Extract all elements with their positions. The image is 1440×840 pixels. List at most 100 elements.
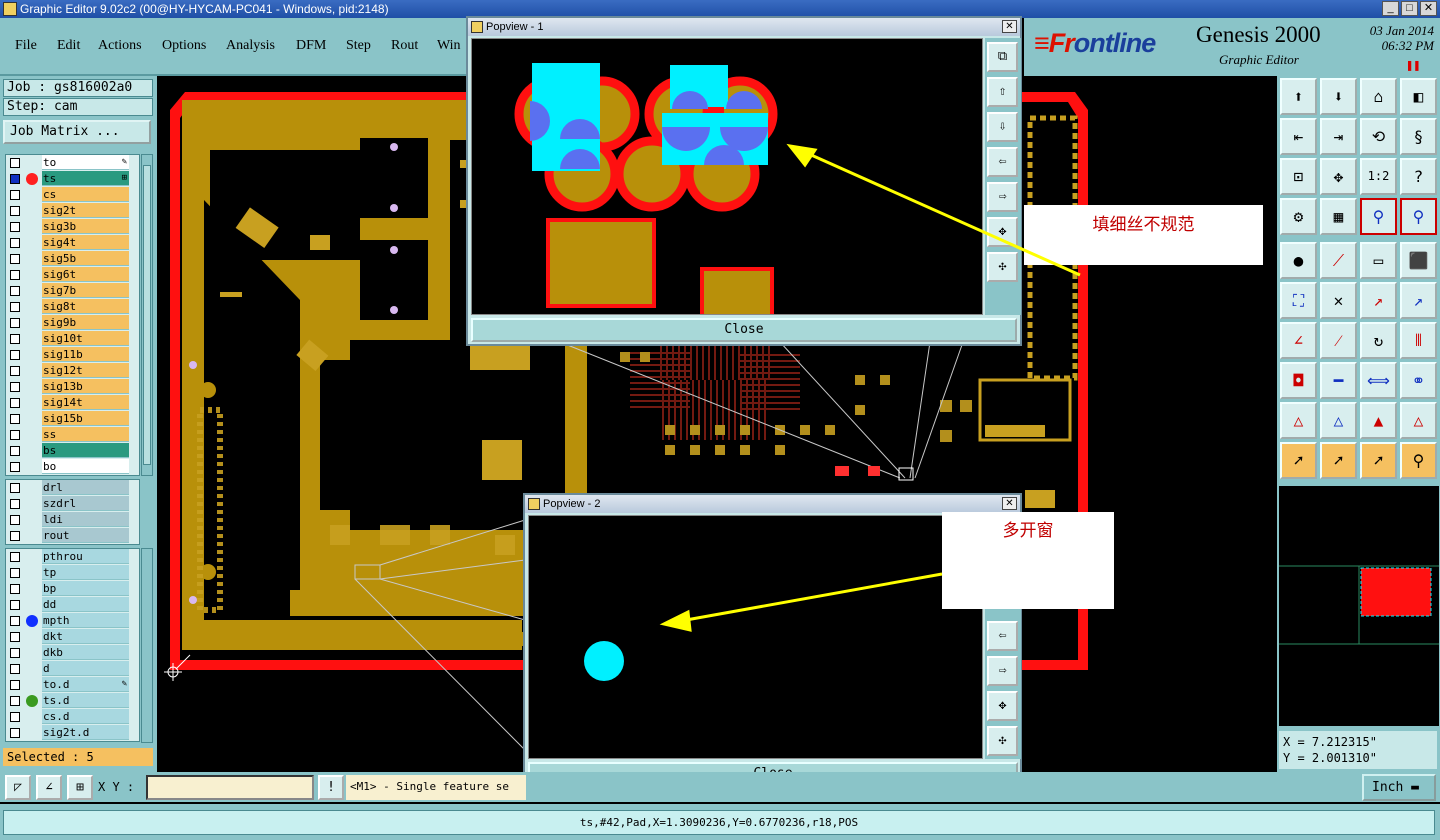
layer-name[interactable]: sig12t xyxy=(42,363,129,378)
popview-2-canvas[interactable] xyxy=(528,515,983,759)
layer-row[interactable]: sig2t xyxy=(6,203,139,219)
pointer-box-icon[interactable]: ➚ xyxy=(1320,442,1357,479)
layer-name[interactable]: sig4t xyxy=(42,235,129,250)
tool-right-icon[interactable]: ⇥ xyxy=(1320,118,1357,155)
menu-edit[interactable]: Edit xyxy=(57,38,80,54)
layer-checkbox[interactable] xyxy=(10,552,20,562)
layer-checkbox[interactable] xyxy=(10,398,20,408)
misc-layer-scrollbar[interactable] xyxy=(141,548,153,743)
pan-up-icon[interactable]: ⇧ xyxy=(987,77,1018,107)
menu-analysis[interactable]: Analysis xyxy=(226,38,275,54)
layer-row[interactable]: sig11b xyxy=(6,347,139,363)
vector-2-icon[interactable]: ↗ xyxy=(1400,282,1437,319)
slash-icon[interactable]: ⁄ xyxy=(1320,322,1357,359)
layer-name[interactable]: sig14t xyxy=(42,395,129,410)
layer-name[interactable]: sig6t xyxy=(42,267,129,282)
triangle-3-icon[interactable]: ▲ xyxy=(1360,402,1397,439)
maximize-button[interactable]: □ xyxy=(1401,1,1418,16)
layer-checkbox[interactable] xyxy=(10,222,20,232)
layer-checkbox[interactable] xyxy=(10,632,20,642)
layer-name[interactable]: dkb xyxy=(42,645,129,660)
snap-angle-icon[interactable]: ∠ xyxy=(36,775,62,800)
layer-row[interactable]: pthrou xyxy=(6,549,139,565)
overview-minimap[interactable] xyxy=(1279,486,1439,726)
snap-icon[interactable]: § xyxy=(1400,118,1437,155)
layer-name[interactable]: mpth xyxy=(42,613,129,628)
menu-step[interactable]: Step xyxy=(346,38,371,54)
menu-actions[interactable]: Actions xyxy=(98,38,142,54)
grid-icon[interactable]: ▦ xyxy=(1320,198,1357,235)
layer-row[interactable]: dkt xyxy=(6,629,139,645)
layer-row[interactable]: dkb xyxy=(6,645,139,661)
measure-icon[interactable]: ⚙ xyxy=(1280,198,1317,235)
layer-name[interactable]: sig9b xyxy=(42,315,129,330)
layer-row[interactable]: mpth xyxy=(6,613,139,629)
layer-checkbox[interactable] xyxy=(10,158,20,168)
select-box-icon[interactable]: ⬛ xyxy=(1400,242,1437,279)
layer-name[interactable]: sig11b xyxy=(42,347,129,362)
layer-name[interactable]: ss xyxy=(42,427,129,442)
menu-window[interactable]: Win xyxy=(437,38,461,54)
layer-row[interactable]: sig8t xyxy=(6,299,139,315)
vector-icon[interactable]: ↗ xyxy=(1360,282,1397,319)
arc-icon[interactable]: ↻ xyxy=(1360,322,1397,359)
cross-icon[interactable]: ✕ xyxy=(1320,282,1357,319)
pause-icon[interactable]: ❚❚ xyxy=(1406,58,1420,72)
layer-row[interactable]: ldi xyxy=(6,512,139,528)
tool-stack-up-icon[interactable]: ⬆ xyxy=(1280,78,1317,115)
ruler-icon[interactable]: ▭ xyxy=(1360,242,1397,279)
layer-row[interactable]: sig7b xyxy=(6,283,139,299)
layer-row[interactable]: sig6t xyxy=(6,267,139,283)
layer-name[interactable]: sig7b xyxy=(42,283,129,298)
layer-row[interactable]: sig12t xyxy=(6,363,139,379)
layer-name[interactable]: szdrl xyxy=(42,496,129,511)
layer-checkbox[interactable] xyxy=(10,430,20,440)
xy-input[interactable] xyxy=(146,775,314,800)
layer-checkbox[interactable] xyxy=(10,206,20,216)
popview-1-window[interactable]: Popview - 1 ✕ ⧉ ⇧ ⇩ ⇦ ⇨ ✥ ✣ Close xyxy=(466,16,1022,346)
layer-row[interactable]: to ✎ xyxy=(6,155,139,171)
layer-row[interactable]: sig10t xyxy=(6,331,139,347)
layer-name[interactable]: sig13b xyxy=(42,379,129,394)
layer-checkbox[interactable] xyxy=(10,616,20,626)
zoom-in-icon[interactable]: ✥ xyxy=(987,691,1018,721)
layer-row[interactable]: rout xyxy=(6,528,139,544)
unit-selector[interactable]: Inch ▬ xyxy=(1362,774,1436,801)
layer-row[interactable]: cs.d xyxy=(6,709,139,725)
layer-checkbox[interactable] xyxy=(10,334,20,344)
snap-grid-icon[interactable]: ⊞ xyxy=(67,775,93,800)
scale-1-2-icon[interactable]: 1:2 xyxy=(1360,158,1397,195)
layer-row[interactable]: tp xyxy=(6,565,139,581)
layer-checkbox[interactable] xyxy=(10,414,20,424)
layer-row[interactable]: sig3b xyxy=(6,219,139,235)
flip-icon[interactable]: ⫴ xyxy=(1400,322,1437,359)
layer-row[interactable]: bs xyxy=(6,443,139,459)
menu-dfm[interactable]: DFM xyxy=(296,38,326,54)
popview-2-close-icon[interactable]: ✕ xyxy=(1002,497,1017,510)
window-split-icon[interactable]: ◧ xyxy=(1400,78,1437,115)
menu-options[interactable]: Options xyxy=(162,38,206,54)
home-icon[interactable]: ⌂ xyxy=(1360,78,1397,115)
layer-name[interactable]: sig15b xyxy=(42,411,129,426)
pan-left-icon[interactable]: ⇦ xyxy=(987,621,1018,651)
layer-checkbox[interactable] xyxy=(10,680,20,690)
layer-name[interactable]: bp xyxy=(42,581,129,596)
layer-checkbox[interactable] xyxy=(10,254,20,264)
layer-name[interactable]: bo xyxy=(42,459,129,474)
layer-name[interactable]: sig2t xyxy=(42,203,129,218)
menu-file[interactable]: File xyxy=(15,38,37,54)
layer-checkbox[interactable] xyxy=(10,483,20,493)
layer-row[interactable]: sig14t xyxy=(6,395,139,411)
layer-checkbox[interactable] xyxy=(10,462,20,472)
layer-row[interactable]: d xyxy=(6,661,139,677)
layer-name[interactable]: cs xyxy=(42,187,129,202)
layer-row[interactable]: dd xyxy=(6,597,139,613)
layer-name[interactable]: sig2t.d xyxy=(42,725,129,740)
popview-1-close-icon[interactable]: ✕ xyxy=(1002,20,1017,33)
zoom-center-icon[interactable]: ✥ xyxy=(1320,158,1357,195)
layer-name[interactable]: pthrou xyxy=(42,549,129,564)
layer-checkbox[interactable] xyxy=(10,238,20,248)
layer-name[interactable]: ts.d xyxy=(42,693,129,708)
line-tool-icon[interactable]: ⟋ xyxy=(1320,242,1357,279)
popview-1-close-button[interactable]: Close xyxy=(471,318,1017,342)
